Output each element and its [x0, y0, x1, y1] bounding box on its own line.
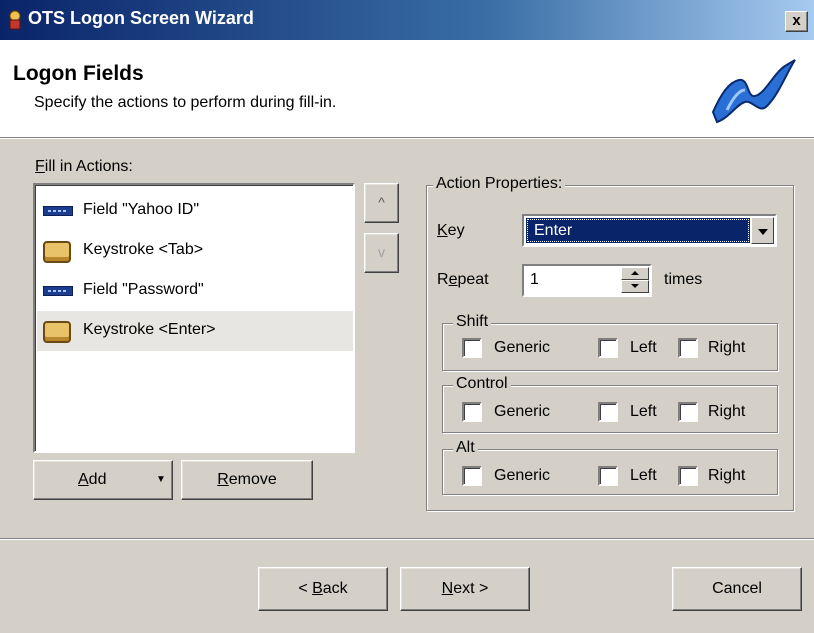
control-right-checkbox[interactable]	[678, 402, 698, 422]
shift-left-label: Left	[630, 339, 657, 356]
key-select[interactable]: Enter	[522, 214, 777, 247]
next-button-label: Next >	[441, 580, 489, 597]
actions-label: Fill in Actions:	[35, 158, 133, 175]
shift-right-label: Right	[708, 339, 746, 356]
remove-button[interactable]: Remove	[181, 460, 313, 500]
wizard-logo-icon	[711, 59, 796, 124]
alt-left-label: Left	[630, 467, 657, 484]
page-title: Logon Fields	[13, 62, 144, 85]
cancel-button-label: Cancel	[712, 580, 762, 597]
actions-list[interactable]: Field "Yahoo ID" Keystroke <Tab> Field "…	[33, 183, 355, 453]
move-up-button[interactable]: ^	[364, 183, 399, 223]
wizard-window: OTS Logon Screen Wizard x Logon Fields S…	[0, 0, 814, 633]
cancel-button[interactable]: Cancel	[672, 567, 802, 611]
repeat-value: 1	[530, 271, 539, 288]
chevron-up-icon: ^	[378, 194, 385, 210]
shift-left-checkbox[interactable]	[598, 338, 618, 358]
times-label: times	[664, 271, 703, 288]
control-legend: Control	[453, 375, 511, 393]
list-item-selected[interactable]: Keystroke <Enter>	[37, 311, 353, 351]
field-icon	[43, 201, 73, 216]
shift-generic-label: Generic	[494, 339, 551, 356]
list-item[interactable]: Field "Yahoo ID"	[37, 191, 353, 231]
alt-generic-label: Generic	[494, 467, 551, 484]
control-left-checkbox[interactable]	[598, 402, 618, 422]
footer-divider	[0, 538, 814, 540]
spin-down-icon[interactable]	[621, 280, 649, 293]
remove-button-label: Remove	[217, 471, 277, 488]
control-generic-label: Generic	[494, 403, 551, 420]
alt-legend: Alt	[453, 439, 478, 457]
spin-up-icon[interactable]	[621, 267, 649, 280]
title-bar: OTS Logon Screen Wizard x	[0, 0, 814, 40]
alt-left-checkbox[interactable]	[598, 466, 618, 486]
next-button[interactable]: Next >	[400, 567, 530, 611]
chevron-down-icon: v	[378, 244, 385, 260]
list-item[interactable]: Field "Password"	[37, 271, 353, 311]
control-generic-checkbox[interactable]	[462, 402, 482, 422]
keystroke-icon	[43, 241, 71, 263]
field-icon	[43, 281, 73, 296]
key-label: Key	[437, 222, 465, 239]
chevron-down-icon[interactable]	[751, 217, 774, 244]
header-divider	[0, 137, 814, 139]
shift-legend: Shift	[453, 313, 492, 331]
page-subtitle: Specify the actions to perform during fi…	[34, 94, 337, 111]
list-item[interactable]: Keystroke <Tab>	[37, 231, 353, 271]
back-button-label: < Back	[298, 580, 348, 597]
shift-right-checkbox[interactable]	[678, 338, 698, 358]
repeat-spinner[interactable]: 1	[522, 264, 652, 297]
action-properties-legend: Action Properties:	[433, 175, 566, 193]
close-button[interactable]: x	[785, 11, 808, 32]
shift-generic-checkbox[interactable]	[462, 338, 482, 358]
window-title: OTS Logon Screen Wizard	[28, 8, 254, 28]
control-right-label: Right	[708, 403, 746, 420]
dropdown-arrow-icon: ▼	[156, 474, 166, 485]
back-button[interactable]: < Back	[258, 567, 388, 611]
move-down-button[interactable]: v	[364, 233, 399, 273]
key-select-value: Enter	[526, 218, 750, 243]
repeat-label: Repeat	[437, 271, 489, 288]
keystroke-icon	[43, 321, 71, 343]
app-icon	[9, 10, 21, 30]
alt-right-checkbox[interactable]	[678, 466, 698, 486]
alt-generic-checkbox[interactable]	[462, 466, 482, 486]
wizard-header: Logon Fields Specify the actions to perf…	[0, 40, 814, 137]
control-left-label: Left	[630, 403, 657, 420]
add-button[interactable]: Add ▼	[33, 460, 173, 500]
add-button-label: Add	[78, 471, 107, 488]
alt-right-label: Right	[708, 467, 746, 484]
close-icon: x	[792, 12, 801, 29]
